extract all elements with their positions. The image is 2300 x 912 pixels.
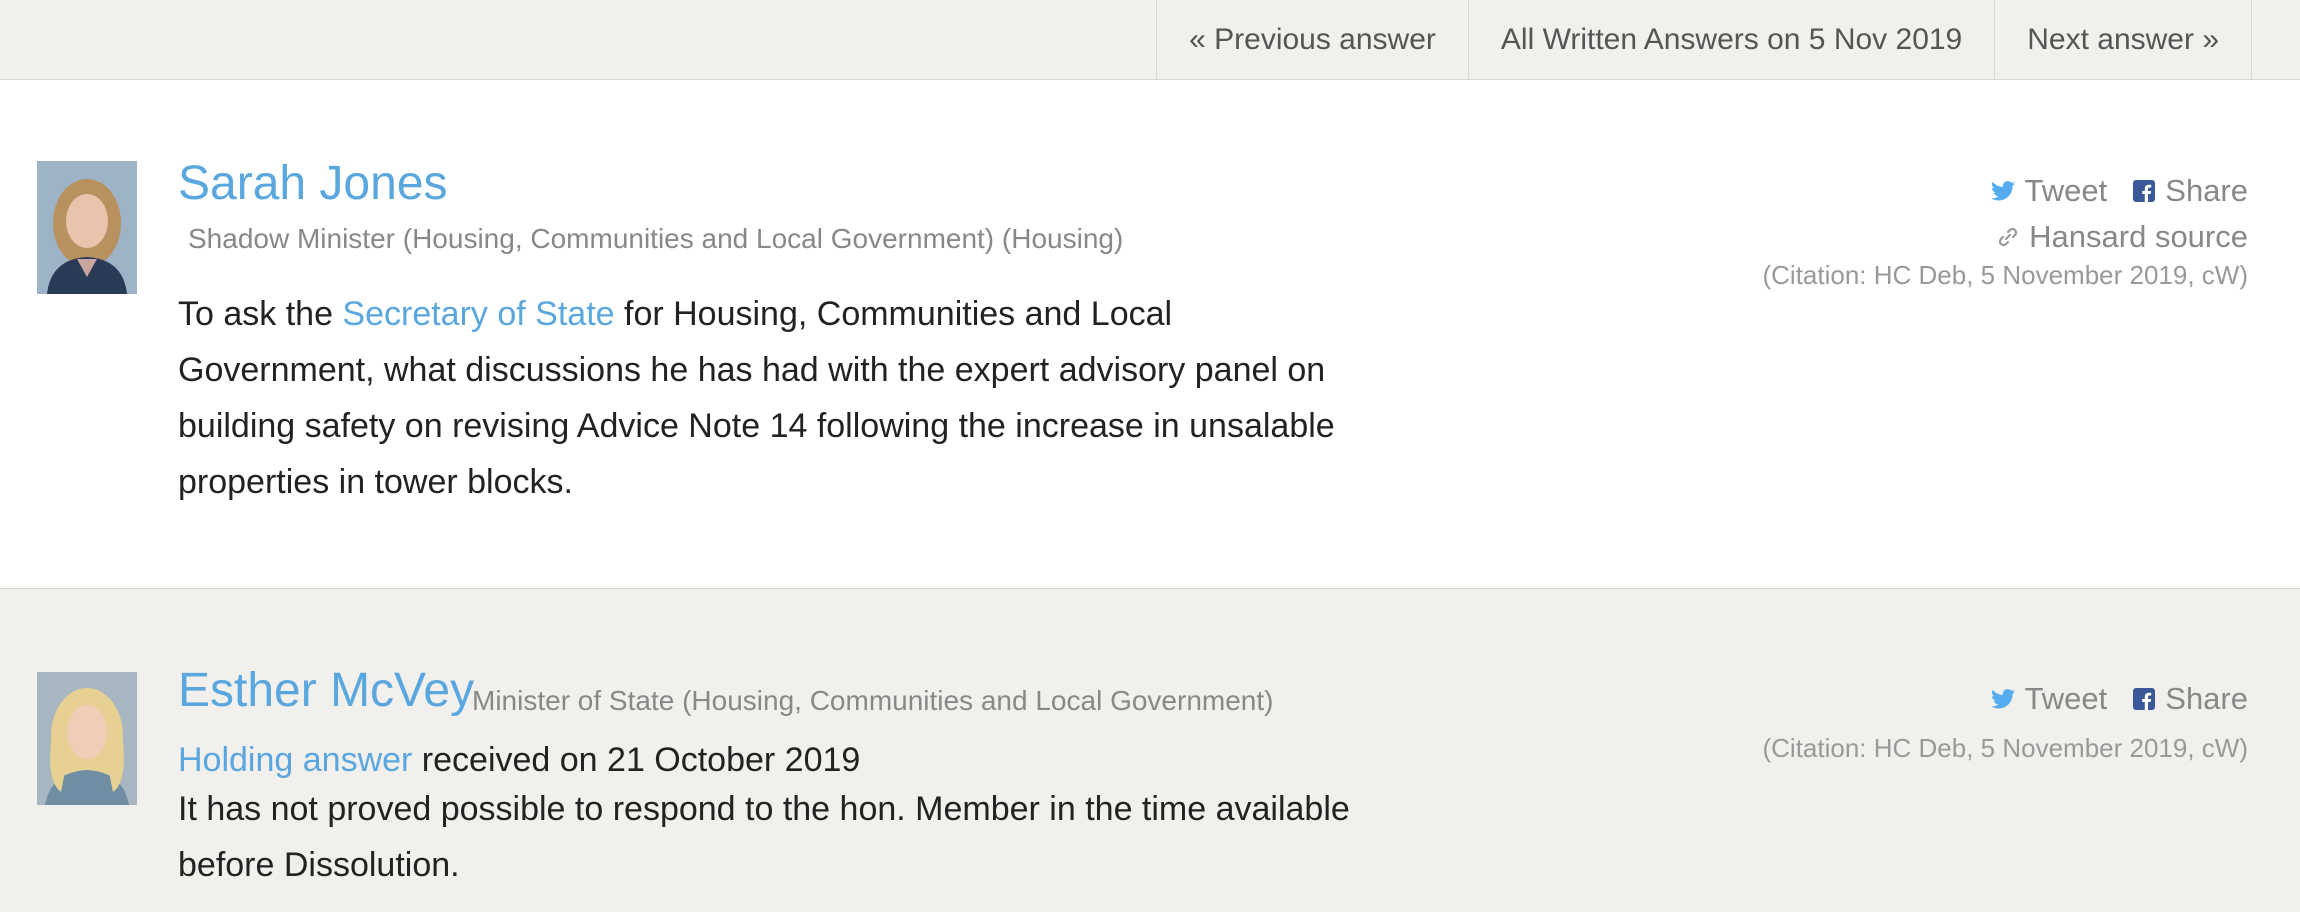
next-answer-link[interactable]: Next answer » — [1995, 0, 2252, 79]
tweet-label: Tweet — [2024, 173, 2108, 208]
member-name-link[interactable]: Sarah Jones — [178, 156, 448, 211]
tweet-button[interactable]: Tweet — [1990, 681, 2108, 717]
holding-answer-link[interactable]: Holding answer — [178, 741, 412, 779]
sarah-jones-avatar[interactable] — [37, 161, 137, 294]
twitter-icon — [1990, 181, 2015, 201]
question-text-start: To ask the — [178, 295, 343, 333]
member-role: Shadow Minister (Housing, Communities an… — [188, 223, 1124, 254]
answer-share-links: Tweet Share — [1990, 681, 2248, 717]
link-icon — [1999, 227, 2018, 247]
member-name-link[interactable]: Esther McVey — [178, 663, 474, 718]
hansard-source-label: Hansard source — [2029, 219, 2248, 254]
previous-answer-link[interactable]: « Previous answer — [1157, 0, 1469, 79]
answer-text: It has not proved possible to respond to… — [178, 790, 1350, 884]
share-button[interactable]: Share — [2133, 681, 2248, 717]
member-photo — [37, 672, 137, 805]
share-button[interactable]: Share — [2133, 173, 2248, 209]
answer-citation: (Citation: HC Deb, 5 November 2019, cW) — [1762, 733, 2248, 763]
holding-answer-line: Holding answer received on 21 October 20… — [178, 741, 860, 780]
answer-nav-links: « Previous answer All Written Answers on… — [1156, 0, 2252, 79]
question-citation: (Citation: HC Deb, 5 November 2019, cW) — [1762, 260, 2248, 290]
esther-mcvey-avatar[interactable] — [37, 672, 137, 805]
twitter-icon — [1990, 689, 2015, 709]
facebook-icon — [2133, 688, 2156, 710]
member-photo — [37, 161, 137, 294]
holding-answer-date: received on 21 October 2019 — [412, 741, 861, 779]
tweet-button[interactable]: Tweet — [1990, 173, 2108, 209]
secretary-of-state-link[interactable]: Secretary of State — [342, 295, 614, 333]
question-section: Sarah Jones Shadow Minister (Housing, Co… — [0, 80, 2300, 589]
answer-navigation: « Previous answer All Written Answers on… — [0, 0, 2300, 80]
share-label: Share — [2165, 173, 2248, 208]
question-text: To ask the Secretary of State for Housin… — [178, 286, 1378, 510]
hansard-source-link[interactable]: Hansard source — [1997, 219, 2248, 255]
all-written-answers-link[interactable]: All Written Answers on 5 Nov 2019 — [1469, 0, 1996, 79]
answer-section: Esther McVey Minister of State (Housing,… — [0, 589, 2300, 912]
member-role: Minister of State (Housing, Communities … — [472, 685, 1274, 716]
facebook-icon — [2133, 180, 2156, 202]
share-label: Share — [2165, 681, 2248, 716]
question-share-links: Tweet Share — [1990, 173, 2248, 209]
tweet-label: Tweet — [2024, 681, 2108, 716]
